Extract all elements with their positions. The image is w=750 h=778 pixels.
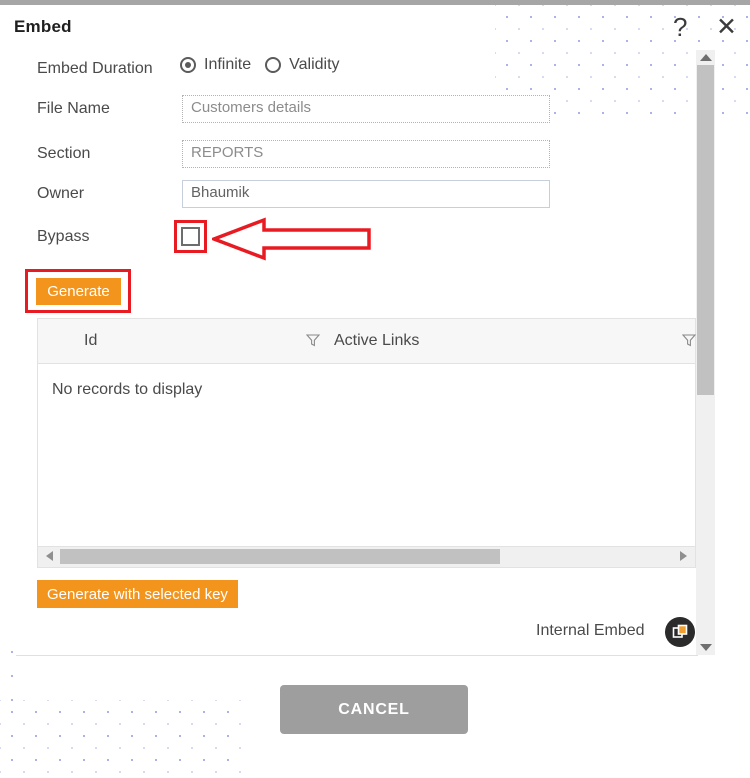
- vertical-scrollbar-thumb[interactable]: [697, 65, 714, 395]
- decorative-dot-pattern-bottom-left: [0, 700, 250, 778]
- generate-with-selected-key-button[interactable]: Generate with selected key: [37, 580, 238, 608]
- radio-validity-label: Validity: [289, 56, 340, 73]
- form-row-embed-duration: Embed Duration Infinite Validity: [0, 56, 700, 94]
- label-file-name: File Name: [37, 100, 110, 117]
- dialog-header: Embed ? ✕: [0, 5, 750, 48]
- radio-infinite[interactable]: [180, 57, 196, 73]
- grid-horizontal-scrollbar[interactable]: [38, 546, 695, 567]
- help-icon[interactable]: ?: [673, 13, 687, 41]
- bypass-checkbox[interactable]: [181, 227, 200, 246]
- copy-icon: [672, 624, 688, 638]
- dialog-vertical-scrollbar[interactable]: [696, 50, 715, 655]
- annotation-arrow-icon: [212, 217, 371, 261]
- file-name-input[interactable]: Customers details: [182, 95, 550, 123]
- column-header-active-links[interactable]: Active Links: [334, 332, 419, 350]
- column-header-id[interactable]: Id: [84, 332, 97, 350]
- label-owner: Owner: [37, 185, 85, 202]
- form-row-bypass: Bypass: [0, 217, 700, 262]
- label-section: Section: [37, 145, 91, 162]
- radio-infinite-label: Infinite: [204, 56, 252, 73]
- scroll-right-arrow-icon[interactable]: [680, 551, 687, 561]
- grid-empty-message: No records to display: [52, 381, 203, 398]
- grid-header-row: Id Active Links: [38, 319, 696, 364]
- radio-group-embed-duration: Infinite Validity: [180, 56, 354, 74]
- close-icon[interactable]: ✕: [716, 13, 737, 41]
- section-input[interactable]: REPORTS: [182, 140, 550, 168]
- form-row-file-name: File Name Customers details: [0, 95, 700, 134]
- scroll-up-arrow-icon[interactable]: [700, 54, 712, 61]
- footer-divider: [16, 655, 698, 656]
- owner-input[interactable]: Bhaumik: [182, 180, 550, 208]
- copy-button[interactable]: [665, 617, 695, 647]
- form-row-owner: Owner Bhaumik: [0, 180, 700, 219]
- horizontal-scrollbar-thumb[interactable]: [60, 549, 500, 564]
- filter-icon-active-links[interactable]: [682, 333, 696, 347]
- label-bypass: Bypass: [37, 228, 90, 245]
- form-row-section: Section REPORTS: [0, 140, 700, 179]
- page-title: Embed: [14, 17, 72, 36]
- decorative-dot-pattern-left-edge: [0, 640, 30, 720]
- filter-icon-id[interactable]: [306, 333, 320, 347]
- label-embed-duration: Embed Duration: [37, 60, 153, 77]
- scroll-left-arrow-icon[interactable]: [46, 551, 53, 561]
- scroll-down-arrow-icon[interactable]: [700, 644, 712, 651]
- cancel-button[interactable]: CANCEL: [280, 685, 468, 734]
- internal-embed-label: Internal Embed: [536, 622, 645, 639]
- active-links-grid: Id Active Links No records to display: [37, 318, 696, 568]
- generate-button[interactable]: Generate: [36, 278, 121, 305]
- radio-validity[interactable]: [265, 57, 282, 73]
